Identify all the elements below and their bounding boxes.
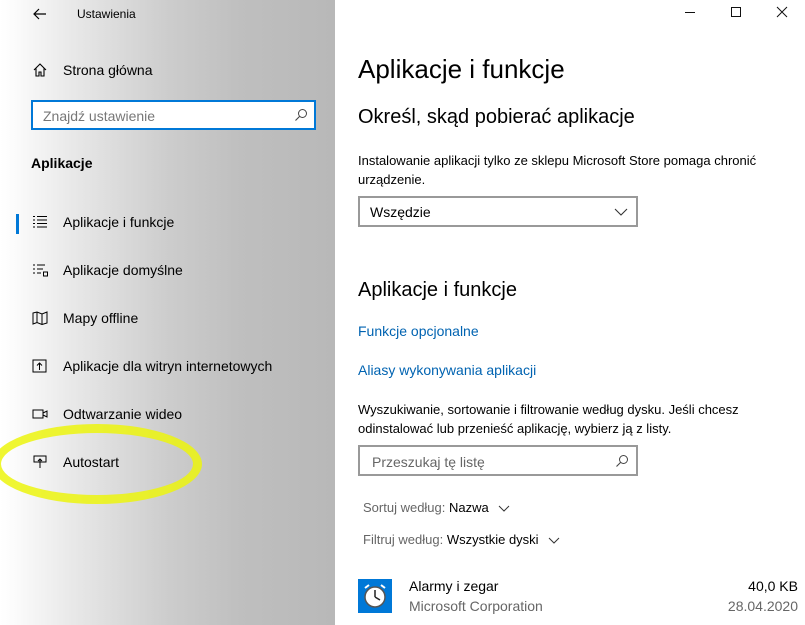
sidebar-item-offline-maps[interactable]: Mapy offline [20,300,320,336]
close-icon [776,6,788,18]
optional-features-link[interactable]: Funkcje opcjonalne [358,323,479,339]
chevron-down-icon [614,208,628,216]
main-content: Aplikacje i funkcje Określ, skąd pobiera… [335,0,805,625]
source-heading: Określ, skąd pobierać aplikacje [358,106,635,128]
alarm-clock-icon [358,579,392,613]
source-description: Instalowanie aplikacji tylko ze sklepu M… [358,153,757,187]
back-arrow-icon [33,8,46,20]
sidebar-item-label: Odtwarzanie wideo [63,406,183,422]
app-list-search-input[interactable] [370,452,604,472]
sidebar-item-apps-for-websites[interactable]: Aplikacje dla witryn internetowych [20,348,320,384]
app-name: Alarmy i zegar [409,578,499,594]
filter-value: Wszystkie dyski [446,532,539,547]
app-list-item[interactable]: Alarmy i zegar Microsoft Corporation 40,… [358,571,798,625]
app-source-dropdown[interactable]: Wszędzie [358,196,638,227]
dropdown-value: Wszędzie [370,204,431,220]
apps-heading: Aplikacje i funkcje [358,279,517,301]
app-install-date: 28.04.2020 [727,598,798,614]
sidebar-item-label: Aplikacje dla witryn internetowych [63,358,273,374]
app-title: Ustawienia [77,7,136,21]
search-icon [616,455,628,467]
video-playback-icon [32,409,48,419]
title-bar: Ustawienia [0,0,335,30]
sidebar-item-label: Mapy offline [63,310,139,326]
minimize-icon [685,12,695,13]
apps-for-websites-icon [32,359,47,373]
home-icon [33,63,47,77]
settings-search-input[interactable] [41,106,285,126]
offline-maps-icon [32,311,48,325]
sidebar-item-startup[interactable]: Autostart [20,444,320,480]
sort-control[interactable]: Sortuj według: Nazwa [363,500,510,515]
sort-value: Nazwa [449,500,489,515]
filter-control[interactable]: Filtruj według: Wszystkie dyski [363,532,560,547]
chevron-down-icon [499,505,510,512]
home-label: Strona główna [63,62,153,78]
apps-features-icon [33,215,47,228]
maximize-icon [731,7,741,17]
home-link[interactable]: Strona główna [28,58,318,82]
sidebar: Ustawienia Strona główna Aplikacje Aplik… [0,0,335,625]
back-button[interactable] [28,3,52,25]
search-icon [295,109,307,121]
chevron-down-icon [548,537,560,544]
section-title: Aplikacje [31,155,93,171]
list-description: Wyszukiwanie, sortowanie i filtrowanie w… [358,402,739,436]
sidebar-item-video-playback[interactable]: Odtwarzanie wideo [20,396,320,432]
page-title: Aplikacje i funkcje [358,54,565,84]
execution-aliases-link[interactable]: Aliasy wykonywania aplikacji [358,362,536,378]
sort-label: Sortuj według: [363,500,446,515]
sidebar-item-default-apps[interactable]: Aplikacje domyślne [20,252,320,288]
minimize-button[interactable] [667,2,713,26]
sidebar-item-label: Aplikacje i funkcje [63,214,175,230]
settings-search-box[interactable] [31,100,316,130]
app-size: 40,0 KB [748,578,798,594]
sidebar-item-label: Aplikacje domyślne [63,262,183,278]
default-apps-icon [33,264,48,277]
startup-icon [33,455,47,468]
app-publisher: Microsoft Corporation [409,598,543,614]
close-button[interactable] [759,2,805,26]
maximize-button[interactable] [713,2,759,26]
sidebar-item-label: Autostart [63,454,120,470]
sidebar-item-apps-features[interactable]: Aplikacje i funkcje [16,204,320,240]
app-list-search-box[interactable] [358,445,638,476]
filter-label: Filtruj według: [363,532,444,547]
